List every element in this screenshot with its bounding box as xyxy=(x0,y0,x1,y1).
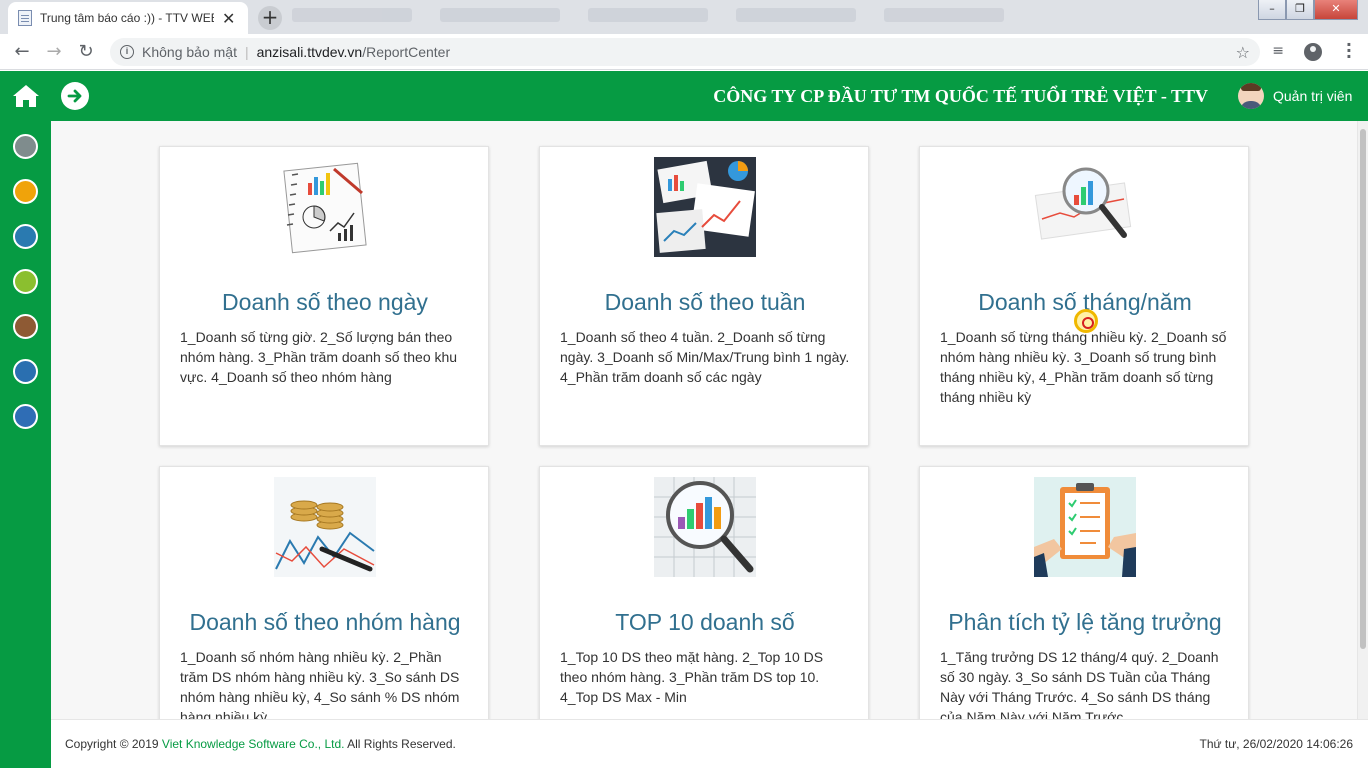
maximize-button[interactable]: ❐ xyxy=(1286,0,1314,20)
card-title[interactable]: Doanh số theo tuần xyxy=(540,289,870,316)
card-title[interactable]: Doanh số theo ngày xyxy=(160,289,490,316)
cart-icon[interactable] xyxy=(13,224,38,249)
url-host: anzisali.ttvdev.vn xyxy=(256,44,363,60)
reload-icon[interactable]: ↻ xyxy=(74,40,98,64)
background-tab[interactable] xyxy=(588,8,708,22)
back-arrow-icon[interactable]: ← xyxy=(10,40,34,64)
minimize-button[interactable]: – xyxy=(1258,0,1286,20)
mouse-cursor-highlight xyxy=(1074,309,1098,333)
divider: | xyxy=(244,44,249,60)
magnifier-chart-icon xyxy=(1034,167,1132,240)
user-name[interactable]: Quản trị viên xyxy=(1273,88,1352,104)
arrow-right-icon xyxy=(67,89,82,103)
avatar[interactable] xyxy=(1238,83,1264,109)
copyright-suffix: All Rights Reserved. xyxy=(344,737,456,751)
card-description: 1_Doanh số từng giờ. 2_Số lượng bán theo… xyxy=(180,329,458,385)
browser-tab[interactable]: Trung tâm báo cáo :)) - TTV WEB ✕ xyxy=(8,2,248,34)
tab-close-icon[interactable]: ✕ xyxy=(222,9,235,28)
home-icon xyxy=(12,85,39,107)
card-description: 1_Doanh số theo 4 tuần. 2_Doanh số từng … xyxy=(560,329,850,385)
card-description: 1_Doanh số nhóm hàng nhiều kỳ. 2_Phần tr… xyxy=(180,649,460,719)
vertical-scrollbar[interactable] xyxy=(1357,121,1368,719)
coins-pen-icon xyxy=(274,477,376,577)
bookmark-star-icon[interactable]: ☆ xyxy=(1236,43,1250,62)
kebab-menu-icon[interactable]: · · · xyxy=(1346,37,1352,65)
tab-title: Trung tâm báo cáo :)) - TTV WEB xyxy=(40,11,214,25)
toggle-menu-button[interactable] xyxy=(61,82,89,110)
scrollbar-thumb[interactable] xyxy=(1360,129,1366,649)
security-label: Không bảo mật xyxy=(142,44,237,60)
card-title[interactable]: TOP 10 doanh số xyxy=(540,609,870,636)
url-path: /ReportCenter xyxy=(362,44,451,60)
report-center: Doanh số theo ngày 1_Doanh số từng giờ. … xyxy=(51,121,1357,719)
copyright-prefix: Copyright © 2019 xyxy=(65,737,162,751)
copyright-text: Copyright © 2019 Viet Knowledge Software… xyxy=(65,737,456,751)
home-button[interactable] xyxy=(0,71,51,121)
background-tab[interactable] xyxy=(292,8,412,22)
report-card-monthly[interactable]: Doanh số tháng/năm 1_Doanh số từng tháng… xyxy=(919,146,1249,446)
current-datetime: Thứ tư, 26/02/2020 14:06:26 xyxy=(1199,737,1353,751)
card-description: 1_Tăng trưởng DS 12 tháng/4 quý. 2_Doanh… xyxy=(940,649,1219,719)
clipboard-hands-icon xyxy=(1034,477,1136,577)
money-bag-icon[interactable] xyxy=(13,179,38,204)
background-tab[interactable] xyxy=(736,8,856,22)
sidebar xyxy=(0,121,51,768)
background-tabs xyxy=(292,8,1004,26)
card-description: 1_Top 10 DS theo mặt hàng. 2_Top 10 DS t… xyxy=(560,649,824,705)
browser-tab-bar: Trung tâm báo cáo :)) - TTV WEB ✕ + – ❐ … xyxy=(0,0,1368,34)
report-card-growth[interactable]: Phân tích tỷ lệ tăng trưởng 1_Tăng trưởn… xyxy=(919,466,1249,719)
box-icon[interactable] xyxy=(13,314,38,339)
browser-toolbar: ← → ↻ i Không bảo mật | anzisali.ttvdev.… xyxy=(0,34,1368,70)
report-card-daily[interactable]: Doanh số theo ngày 1_Doanh số từng giờ. … xyxy=(159,146,489,446)
user-group-icon[interactable] xyxy=(13,404,38,429)
profile-icon[interactable] xyxy=(1304,43,1322,61)
company-name: CÔNG TY CP ĐẦU TƯ TM QUỐC TẾ TUỔI TRẺ VI… xyxy=(713,86,1208,106)
address-bar[interactable]: i Không bảo mật | anzisali.ttvdev.vn/Rep… xyxy=(110,38,1260,66)
new-tab-button[interactable]: + xyxy=(258,6,282,30)
magnifier-bars-icon xyxy=(654,477,756,577)
forward-arrow-icon[interactable]: → xyxy=(42,40,66,64)
report-card-weekly[interactable]: Doanh số theo tuần 1_Doanh số theo 4 tuầ… xyxy=(539,146,869,446)
report-card-top10[interactable]: TOP 10 doanh số 1_Top 10 DS theo mặt hàn… xyxy=(539,466,869,719)
background-tab[interactable] xyxy=(440,8,560,22)
company-link[interactable]: Viet Knowledge Software Co., Ltd. xyxy=(162,737,345,751)
report-card-product-group[interactable]: Doanh số theo nhóm hàng 1_Doanh số nhóm … xyxy=(159,466,489,719)
app-header: CÔNG TY CP ĐẦU TƯ TM QUỐC TẾ TUỔI TRẺ VI… xyxy=(0,71,1368,121)
page-favicon-icon xyxy=(18,10,32,26)
background-tab[interactable] xyxy=(884,8,1004,22)
shopping-bag-icon[interactable] xyxy=(13,269,38,294)
tools-icon[interactable] xyxy=(13,134,38,159)
window-controls: – ❐ ✕ xyxy=(1258,0,1358,20)
footer: Copyright © 2019 Viet Knowledge Software… xyxy=(51,719,1368,768)
report-chart-icon[interactable] xyxy=(13,359,38,384)
card-title[interactable]: Doanh số theo nhóm hàng xyxy=(160,609,490,636)
notebook-charts-icon xyxy=(283,162,367,254)
card-title[interactable]: Phân tích tỷ lệ tăng trưởng xyxy=(920,609,1250,636)
card-description: 1_Doanh số từng tháng nhiều kỳ. 2_Doanh … xyxy=(940,329,1227,405)
close-window-button[interactable]: ✕ xyxy=(1314,0,1358,20)
report-papers-icon xyxy=(654,157,756,257)
info-icon[interactable]: i xyxy=(120,45,134,59)
media-queue-icon[interactable]: ≡ xyxy=(1272,43,1284,59)
